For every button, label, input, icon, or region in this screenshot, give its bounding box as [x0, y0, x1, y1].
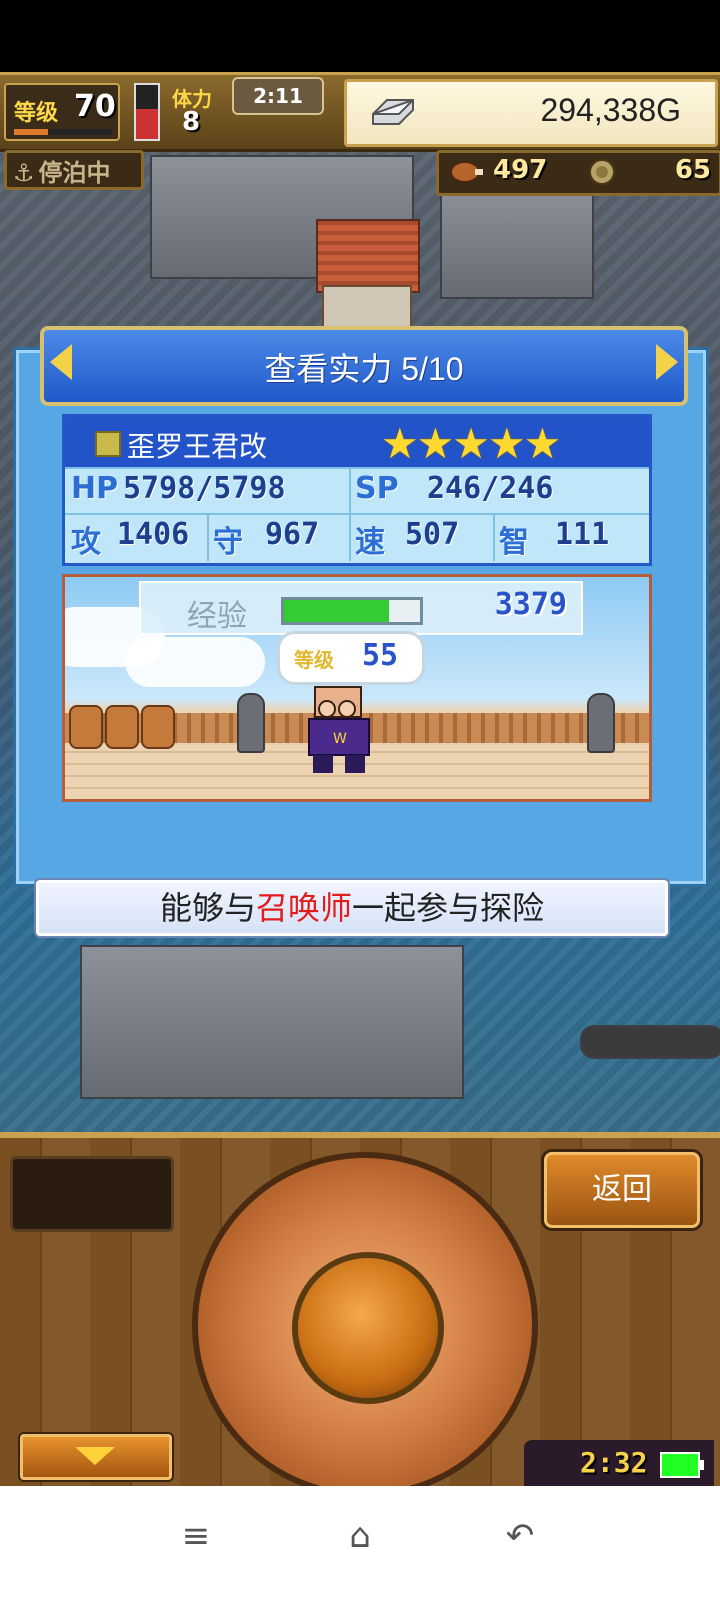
character-level-value: 55 — [362, 638, 399, 673]
dialog-header: 查看实力 5/10 — [40, 326, 688, 406]
hint-text-highlight: 召唤师 — [255, 890, 352, 926]
speed-label: 速 — [355, 525, 385, 560]
sp-label: SP — [355, 471, 399, 506]
level-value: 70 — [74, 89, 116, 124]
level-progress-fill — [14, 129, 49, 135]
stamina-gauge — [134, 83, 160, 141]
name-row: 歪罗王君改 ★★★★★ — [65, 417, 649, 468]
dock-cannon — [580, 1025, 720, 1059]
game-clock: 2:32 — [524, 1440, 714, 1488]
character-sprite: W — [308, 686, 370, 773]
stat-row-hp-sp: HP 5798/5798 SP 246/246 — [65, 467, 649, 515]
defense-label: 守 — [213, 525, 243, 560]
chevron-down-icon — [75, 1447, 115, 1465]
cannon — [237, 693, 265, 753]
svg-text:W: W — [333, 731, 347, 747]
barrel — [105, 705, 139, 749]
anchor-icon: ⚓ — [13, 159, 35, 187]
sp-value: 246/246 — [427, 471, 554, 506]
resources-bar: 497 65 — [436, 150, 720, 196]
menu-icon[interactable]: ≡ — [166, 1516, 226, 1566]
top-hud: 等级 70 体力 8 2:11 294,338G — [0, 72, 720, 152]
barrel — [69, 705, 103, 749]
house-roof — [316, 219, 420, 293]
directional-pad[interactable] — [192, 1152, 538, 1498]
stamina-timer: 2:11 — [232, 77, 324, 115]
speed-value: 507 — [405, 517, 460, 552]
gold-box: 294,338G — [344, 79, 718, 147]
hint-text-part1: 能够与 — [159, 890, 256, 926]
stat-divider — [493, 515, 495, 561]
character-name: 歪罗王君改 — [127, 431, 268, 462]
character-level-bubble: 等级 55 — [277, 631, 425, 685]
stat-divider — [207, 515, 209, 561]
dialog-title: 查看实力 5/10 — [264, 351, 464, 387]
home-icon[interactable]: ⌂ — [330, 1516, 390, 1566]
job-icon — [95, 431, 121, 457]
gold-amount: 294,338G — [540, 92, 681, 128]
attack-value: 1406 — [117, 517, 190, 552]
stamina-value: 8 — [182, 107, 201, 137]
item-slot[interactable] — [10, 1156, 174, 1232]
medal-amount: 65 — [674, 155, 711, 185]
intellect-label: 智 — [499, 525, 529, 560]
scroll-down-button[interactable] — [20, 1434, 172, 1480]
level-progress-bar — [14, 129, 112, 135]
next-arrow-icon[interactable] — [656, 344, 678, 380]
stat-divider — [349, 515, 351, 561]
character-level-label: 等级 — [294, 648, 334, 672]
docked-status: ⚓ 停泊中 — [4, 150, 144, 190]
rank-stars: ★★★★★ — [381, 419, 561, 468]
back-button[interactable]: 返回 — [544, 1152, 700, 1228]
clock-time: 2:32 — [580, 1446, 648, 1479]
character-preview: 经验 3379 等级 55 W — [62, 574, 652, 802]
back-icon[interactable]: ↶ — [490, 1516, 550, 1566]
system-nav-bar: ≡ ⌂ ↶ — [0, 1486, 720, 1600]
exp-value: 3379 — [494, 587, 567, 622]
level-label: 等级 — [14, 101, 59, 126]
attack-label: 攻 — [71, 525, 101, 560]
food-amount: 497 — [493, 155, 548, 185]
stat-divider — [349, 469, 351, 515]
stamina-box: 体力 8 — [168, 81, 228, 137]
exp-bar — [281, 597, 423, 625]
cannon — [587, 693, 615, 753]
exp-label: 经验 — [187, 600, 247, 633]
silver-ingot-icon — [372, 99, 414, 125]
medal-icon — [589, 159, 615, 185]
cloud — [125, 637, 265, 687]
house — [322, 285, 412, 329]
intellect-value: 111 — [555, 517, 610, 552]
hp-label: HP — [71, 471, 119, 506]
stamina-gauge-fill — [136, 109, 158, 139]
exp-bar-fill — [284, 600, 389, 622]
barrel — [141, 705, 175, 749]
player-level-box: 等级 70 — [4, 83, 120, 141]
hp-value: 5798/5798 — [123, 471, 286, 506]
stat-row-attributes: 攻 1406 守 967 速 507 智 111 — [65, 513, 649, 561]
exp-panel: 经验 3379 — [139, 581, 583, 635]
hint-banner: 能够与召唤师一起参与探险 — [36, 880, 668, 936]
stats-panel: 歪罗王君改 ★★★★★ HP 5798/5798 SP 246/246 攻 14… — [62, 414, 652, 566]
battery-icon — [660, 1452, 704, 1478]
docked-status-text: 停泊中 — [38, 159, 111, 187]
food-icon — [450, 161, 483, 183]
defense-value: 967 — [265, 517, 320, 552]
market-stall — [440, 185, 594, 299]
hint-text: 能够与召唤师一起参与探险 — [39, 883, 665, 933]
harbor-pier — [80, 945, 464, 1099]
control-panel: 返回 2:32 — [0, 1132, 720, 1498]
hint-text-part2: 一起参与探险 — [352, 890, 545, 926]
dpad-center-button[interactable] — [292, 1252, 444, 1404]
